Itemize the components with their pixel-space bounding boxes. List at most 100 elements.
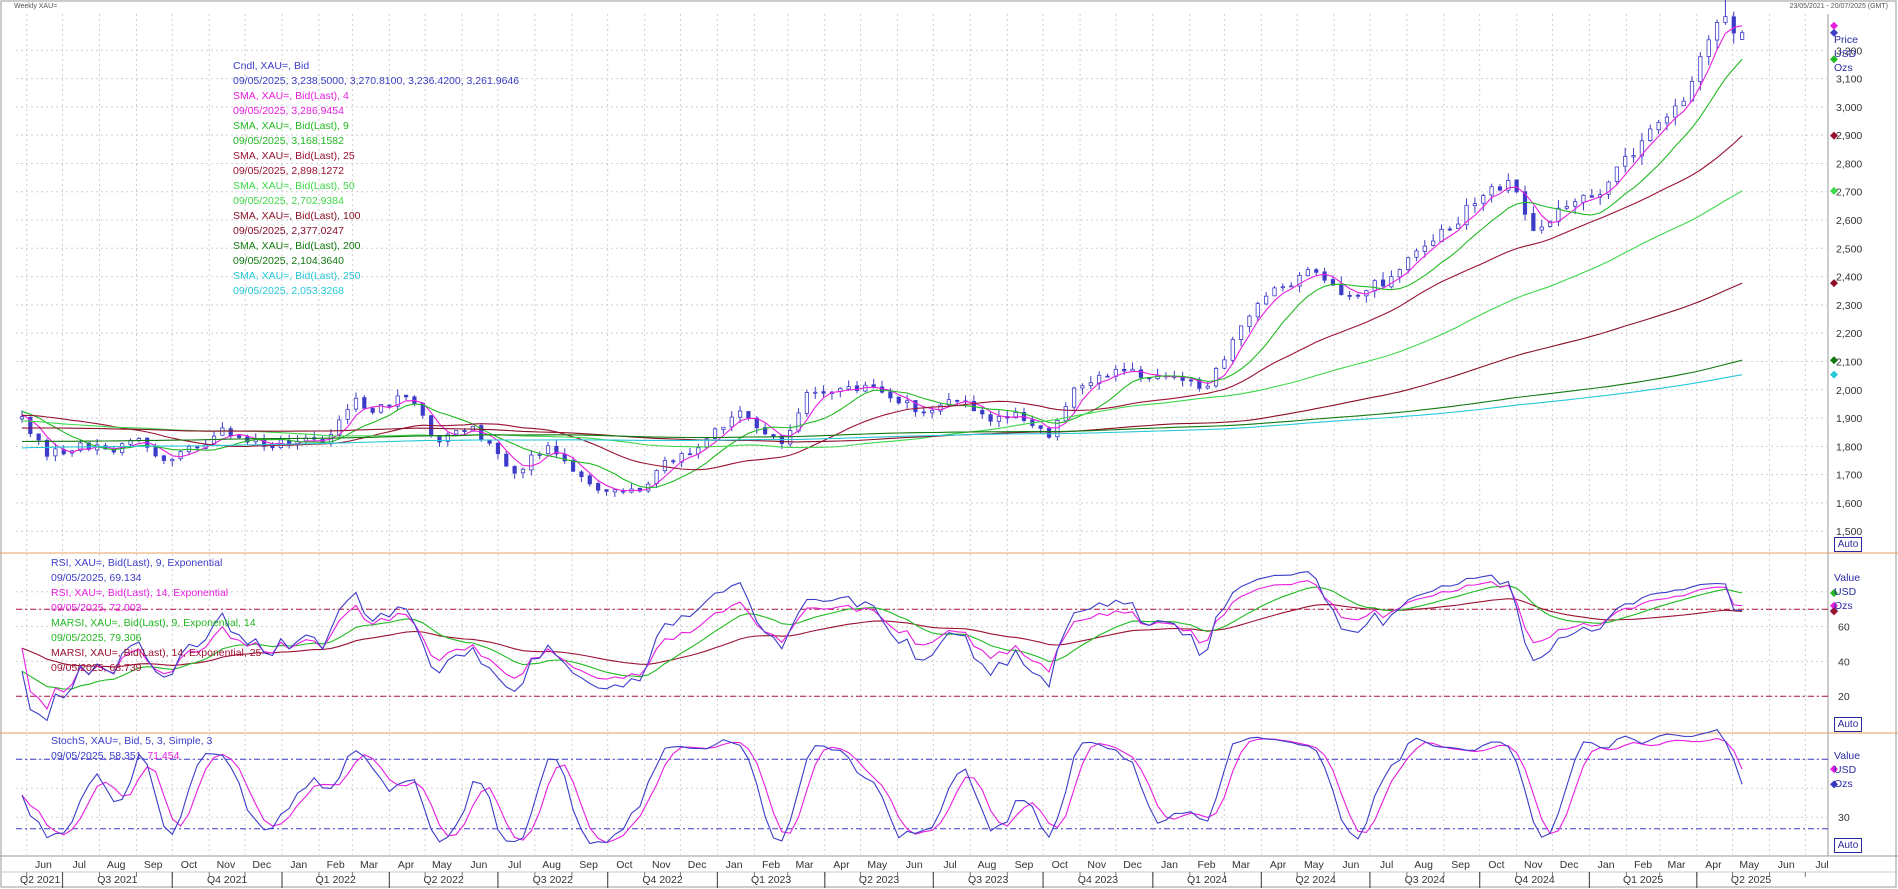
candle-body [888, 391, 893, 399]
month-label: Jun [35, 859, 52, 871]
month-label: Nov [1087, 859, 1106, 871]
candle-body [1264, 295, 1269, 305]
price-auto-scale-button[interactable]: Auto [1834, 537, 1862, 552]
candle-body [1472, 203, 1478, 207]
candle-body [370, 408, 375, 413]
price-axis-title-line: USD [1834, 48, 1857, 60]
candle-body [955, 399, 960, 402]
candle-body [1556, 207, 1561, 223]
candle-body [1564, 206, 1569, 209]
candle-body [161, 455, 167, 461]
legend-entry: 09/05/2025, 3,286.9454 [233, 105, 344, 117]
quarter-label: Q2 2022 [424, 874, 464, 886]
quarter-label: Q4 2023 [1078, 874, 1118, 886]
month-label: Jun [906, 859, 923, 871]
candle-body [195, 446, 200, 449]
candle-body [746, 411, 751, 419]
month-label: Apr [1705, 859, 1722, 871]
candle-body [612, 489, 617, 493]
stoch-axis-title-line: USD [1834, 764, 1857, 776]
candle-body [1122, 368, 1127, 372]
candle-body [1289, 285, 1294, 288]
quarter-label: Q3 2021 [97, 874, 137, 886]
candle-body [1339, 283, 1344, 296]
legend-entry: MARSI, XAU=, Bid(Last), 9, Exponential, … [51, 617, 256, 629]
candle-body [1272, 287, 1277, 297]
price-tick-label: 1,600 [1836, 498, 1862, 510]
candle-body [1130, 368, 1135, 372]
candle-body [19, 416, 25, 420]
month-label: Sep [579, 859, 598, 871]
candle-body [687, 453, 693, 456]
legend-entry: 09/05/2025, 3,238.5000, 3,270.8100, 3,23… [233, 75, 520, 87]
candle-body [1656, 121, 1661, 131]
candle-body [1205, 385, 1210, 389]
price-tick-label: 2,900 [1836, 130, 1862, 142]
month-label: Jun [1342, 859, 1359, 871]
candle-body [1664, 116, 1670, 124]
candle-body [1347, 295, 1352, 297]
candle-body [604, 489, 609, 492]
month-label: Oct [1488, 859, 1504, 871]
rsi-legend: RSI, XAU=, Bid(Last), 9, Exponential 09/0… [51, 556, 261, 676]
month-label: May [1739, 859, 1760, 871]
legend-entry: 09/05/2025, 2,053.3268 [233, 285, 344, 297]
stoch-axis-title: Value USD Ozs [1834, 749, 1860, 791]
legend-entry: SMA, XAU=, Bid(Last), 50 [233, 180, 355, 192]
candle-body [1614, 166, 1619, 182]
candle-body [1355, 294, 1361, 297]
candle-body [1631, 155, 1636, 158]
candle-body [1648, 128, 1653, 141]
month-label: Sep [1451, 859, 1470, 871]
quarter-label: Q1 2022 [316, 874, 356, 886]
price-tick-label: 2,200 [1836, 328, 1862, 340]
candle-body [1623, 156, 1628, 167]
candle-body [236, 435, 242, 438]
stoch-auto-scale-button[interactable]: Auto [1834, 838, 1862, 853]
month-label: Jan [1598, 859, 1615, 871]
candle-body [846, 386, 851, 390]
legend-entry: 09/05/2025, 58.351, 71.454 [51, 749, 212, 764]
candle-body [587, 475, 592, 485]
legend-entry: 09/05/2025, 72.003 [51, 602, 142, 614]
month-label: Oct [1052, 859, 1068, 871]
candle-body [721, 426, 726, 430]
candle-body [1573, 201, 1578, 207]
candle-body [1397, 269, 1402, 278]
rsi-auto-scale-button[interactable]: Auto [1834, 717, 1862, 732]
price-axis-title-line: Price [1834, 34, 1858, 46]
legend-entry: Cndl, XAU=, Bid [233, 60, 310, 72]
month-label: Dec [688, 859, 707, 871]
candle-body [1497, 186, 1503, 191]
candle-body [1673, 105, 1678, 118]
month-label: Aug [1414, 859, 1433, 871]
rsi-tick-label: 20 [1838, 691, 1850, 703]
stoch-axis-title-line: Ozs [1834, 778, 1853, 790]
candle-body [737, 410, 743, 418]
candle-body [504, 453, 509, 467]
candle-body [44, 439, 50, 457]
candle-body [930, 409, 935, 414]
legend-entry: 09/05/2025, 79.306 [51, 632, 142, 644]
price-tick-label: 2,300 [1836, 300, 1862, 312]
legend-entry: SMA, XAU=, Bid(Last), 25 [233, 150, 355, 162]
rsi-axis-title: Value USD Ozs [1834, 571, 1860, 613]
month-label: Jul [508, 859, 521, 871]
candle-body [1046, 428, 1052, 438]
candle-body [729, 416, 734, 428]
candle-body [1422, 245, 1427, 252]
candle-body [1731, 16, 1736, 34]
legend-entry: SMA, XAU=, Bid(Last), 200 [233, 240, 361, 252]
candle-body [1088, 382, 1093, 386]
legend-entry: SMA, XAU=, Bid(Last), 100 [233, 210, 361, 222]
candle-body [1706, 39, 1711, 57]
month-label: Jul [1380, 859, 1393, 871]
candle-body [579, 471, 584, 478]
month-label: Oct [616, 859, 632, 871]
candle-body [1230, 338, 1235, 361]
price-tick-label: 2,700 [1836, 187, 1862, 199]
candle-body [1180, 376, 1185, 381]
candle-body [671, 460, 676, 463]
candle-body [896, 396, 901, 404]
candle-body [1222, 359, 1227, 369]
